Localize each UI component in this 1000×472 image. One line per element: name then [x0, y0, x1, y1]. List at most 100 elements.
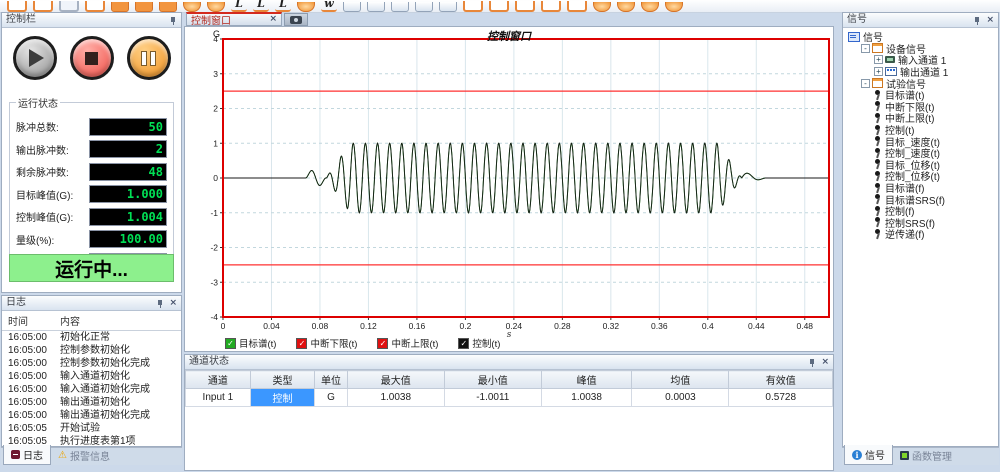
export-icon[interactable]: [515, 1, 535, 12]
tab-snapshot[interactable]: [284, 13, 308, 26]
legend-checkbox[interactable]: ✓: [458, 338, 469, 349]
status-field-value: 2: [89, 140, 167, 158]
import-icon[interactable]: [541, 1, 561, 12]
log-header: 时间 内容: [2, 311, 181, 331]
table-icon-1[interactable]: [343, 2, 361, 12]
close-icon[interactable]: ×: [169, 299, 177, 308]
icon-info: i: [852, 450, 862, 460]
legend-item[interactable]: ✓中断下限(t): [296, 336, 357, 350]
edit-icon[interactable]: [439, 2, 457, 12]
signal-tabstrip: i信号 函数管理: [842, 447, 999, 465]
log-panel-title: 日志: [6, 296, 26, 310]
exit-icon[interactable]: [665, 2, 683, 12]
preview-icon[interactable]: [135, 2, 153, 12]
pin-icon[interactable]: [169, 16, 177, 25]
signal-tab[interactable]: 函数管理: [893, 446, 959, 465]
legend-item[interactable]: ✓控制(t): [458, 336, 500, 350]
zoom-in-icon[interactable]: [593, 2, 611, 12]
log-tabstrip: 日志 ⚠报警信息: [1, 447, 182, 465]
popout-icon[interactable]: [567, 1, 587, 12]
table-icon-2[interactable]: [367, 2, 385, 12]
transport-buttons: [2, 36, 181, 80]
save-icon[interactable]: [59, 1, 79, 12]
level-3-icon[interactable]: L: [275, 0, 291, 12]
legend-label: 控制(t): [472, 336, 500, 350]
log-entry: 16:05:00控制参数初始化完成: [2, 357, 181, 370]
log-entry-time: 16:05:00: [8, 357, 60, 370]
channel-col-header: 单位: [315, 371, 347, 389]
save-as-icon[interactable]: [85, 1, 105, 12]
table-icon-3[interactable]: [391, 2, 409, 12]
channel-panel-title: 通道状态: [189, 355, 229, 369]
signal-tab[interactable]: i信号: [844, 445, 893, 465]
stop-button[interactable]: [70, 36, 114, 80]
expand-icon[interactable]: +: [874, 67, 883, 76]
signal-item-icon: [874, 136, 882, 146]
log-tab[interactable]: 日志: [3, 445, 51, 465]
channel-col-header: 类型: [250, 371, 315, 389]
legend-checkbox[interactable]: ✓: [377, 338, 388, 349]
legend-item[interactable]: ✓目标谱(t): [225, 336, 276, 350]
tree-item[interactable]: 目标谱SRS(f): [845, 193, 996, 205]
control-chart-panel: 控制窗口 G 00.040.080.120.160.20.240.280.320…: [184, 26, 834, 352]
collapse-icon[interactable]: -: [861, 79, 870, 88]
close-icon[interactable]: ×: [986, 16, 994, 25]
tab-control-window-label: 控制窗口: [191, 12, 231, 27]
favorite-icon[interactable]: [159, 2, 177, 12]
pin-icon[interactable]: [973, 16, 981, 25]
web-icon[interactable]: w: [321, 0, 337, 12]
pin-icon[interactable]: [156, 299, 164, 308]
app-window: LLLw 控制栏 运行状态 脉冲总数:50输出脉冲数:2剩余脉冲数:48目标峰值…: [0, 0, 1000, 472]
link-icon[interactable]: [297, 2, 315, 12]
tab-control-window[interactable]: 控制窗口 ×: [186, 12, 282, 26]
status-field-label: 脉冲总数:: [16, 119, 59, 134]
collapse-icon[interactable]: -: [861, 44, 870, 53]
expand-icon[interactable]: +: [874, 55, 883, 64]
legend-checkbox[interactable]: ✓: [296, 338, 307, 349]
legend-label: 目标谱(t): [239, 336, 276, 350]
pause-button[interactable]: [127, 36, 171, 80]
clock-icon[interactable]: [207, 2, 225, 12]
status-field: 输出脉冲数:2: [16, 140, 167, 158]
tree-item[interactable]: 中断上限(t): [845, 112, 996, 124]
tag-add-icon[interactable]: [489, 1, 509, 12]
status-field: 剩余脉冲数:48: [16, 163, 167, 181]
legend-label: 中断上限(t): [391, 336, 438, 350]
level-2-icon[interactable]: L: [253, 0, 269, 12]
device-group-icon: [872, 43, 883, 53]
log-entry-content: 控制参数初始化: [60, 344, 130, 357]
control-chart[interactable]: 00.040.080.120.160.20.240.280.320.360.40…: [185, 27, 834, 352]
signal-tree: 信号-设备信号+输入通道 1+输出通道 1-试验信号目标谱(t)中断下限(t)中…: [843, 28, 998, 243]
status-field-label: 控制峰值(G):: [16, 209, 73, 224]
chart-legend: ✓目标谱(t)✓中断下限(t)✓中断上限(t)✓控制(t): [225, 336, 500, 350]
signal-tab-label: 函数管理: [912, 448, 952, 463]
level-1-icon[interactable]: L: [231, 0, 247, 12]
log-entry: 16:05:05开始试验: [2, 422, 181, 435]
log-tab-label: 日志: [23, 447, 43, 462]
channel-cell: -1.0011: [444, 389, 541, 407]
log-entry-content: 控制参数初始化完成: [60, 357, 150, 370]
log-tab[interactable]: ⚠报警信息: [51, 446, 117, 465]
tab-close-icon[interactable]: ×: [269, 15, 277, 24]
tag-icon[interactable]: [463, 1, 483, 12]
log-entry-time: 16:05:00: [8, 331, 60, 344]
legend-checkbox[interactable]: ✓: [225, 338, 236, 349]
pin-icon[interactable]: [808, 358, 816, 367]
open-icon[interactable]: [33, 1, 53, 12]
pie-icon[interactable]: [183, 2, 201, 12]
svg-text:-1: -1: [210, 208, 218, 218]
tree-item[interactable]: 逆传递(f): [845, 228, 996, 240]
status-field-value: 100.00: [89, 230, 167, 248]
control-panel-titlebar: 控制栏: [2, 13, 181, 28]
close-icon[interactable]: ×: [821, 358, 829, 367]
legend-item[interactable]: ✓中断上限(t): [377, 336, 438, 350]
start-button[interactable]: [13, 36, 57, 80]
undo-icon[interactable]: [641, 2, 659, 12]
report-icon[interactable]: [415, 2, 433, 12]
print-icon[interactable]: [111, 2, 129, 12]
channel-row[interactable]: Input 1控制G1.0038-1.00111.00380.00030.572…: [186, 389, 833, 407]
status-field: 脉冲总数:50: [16, 118, 167, 136]
zoom-out-icon[interactable]: [617, 2, 635, 12]
new-icon[interactable]: [7, 1, 27, 12]
log-entry-content: 输出通道初始化: [60, 396, 130, 409]
